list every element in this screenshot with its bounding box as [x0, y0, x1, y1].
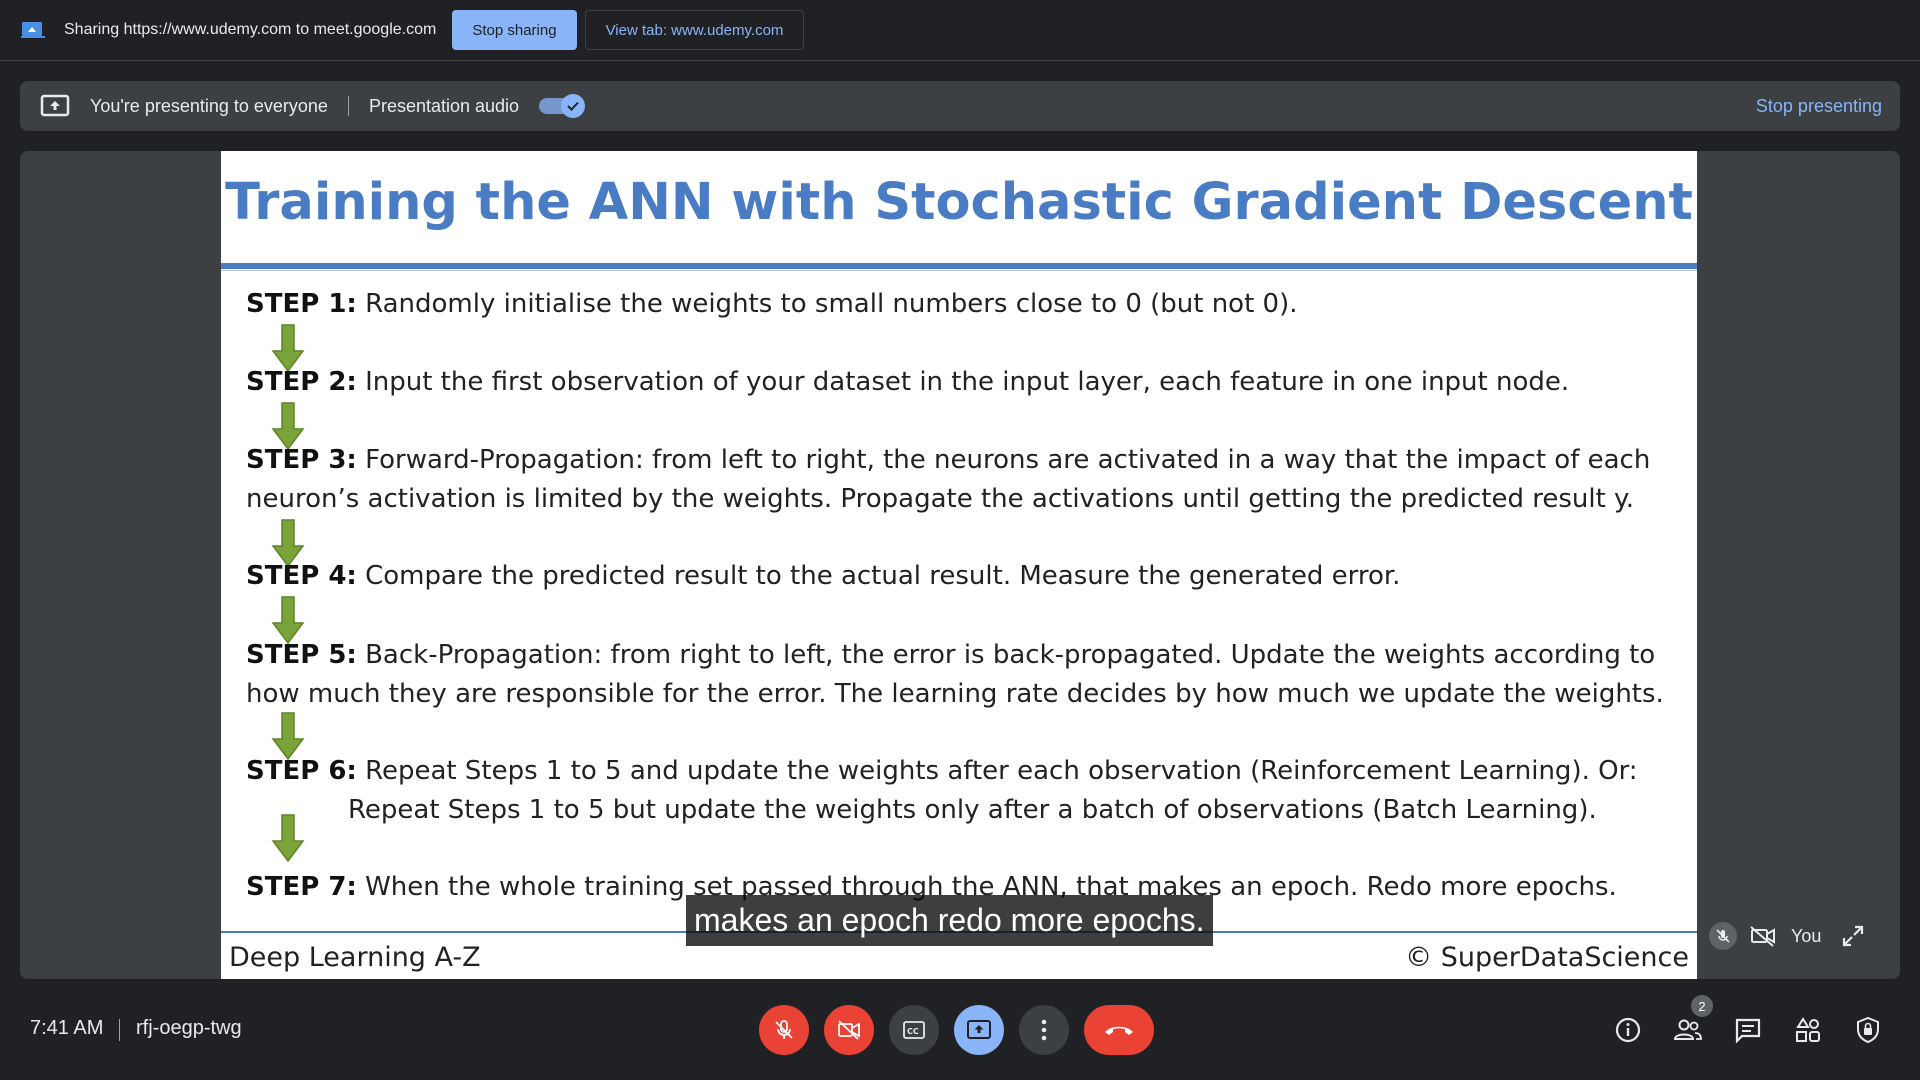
- present-now-button[interactable]: [954, 1005, 1004, 1055]
- meeting-code: rfj-oegp-twg: [136, 1017, 242, 1039]
- info-icon: [1615, 1017, 1641, 1043]
- presentation-audio-label: Presentation audio: [368, 95, 520, 116]
- screen-share-icon: [20, 20, 46, 40]
- title-rule: [221, 263, 1697, 269]
- sharing-status-text: Sharing https://www.udemy.com to meet.go…: [64, 21, 437, 38]
- camera-off-icon: [1749, 924, 1777, 948]
- expand-icon[interactable]: [1841, 924, 1865, 948]
- step-2: STEP 2: Input the first observation of y…: [246, 363, 1676, 402]
- step-3: STEP 3: Forward-Propagation: from left t…: [246, 441, 1676, 519]
- more-options-button[interactable]: [1019, 1005, 1069, 1055]
- step-text: Compare the predicted result to the actu…: [365, 561, 1401, 591]
- step-label: STEP 6:: [246, 756, 357, 786]
- mic-off-icon: [1709, 922, 1737, 950]
- step-text: Randomly initialise the weights to small…: [365, 289, 1298, 319]
- step-1: STEP 1: Randomly initialise the weights …: [246, 285, 1676, 324]
- participants-count-badge: 2: [1691, 995, 1713, 1017]
- activities-button[interactable]: [1793, 1015, 1823, 1045]
- host-controls-button[interactable]: [1853, 1015, 1883, 1045]
- self-name-label: You: [1791, 925, 1822, 946]
- step-label: STEP 3:: [246, 445, 357, 475]
- step-label: STEP 1:: [246, 289, 357, 319]
- presenting-status: You're presenting to everyone: [90, 95, 328, 116]
- step-text-continued: Repeat Steps 1 to 5 but update the weigh…: [348, 795, 1597, 825]
- title-rule-thin: [221, 270, 1697, 271]
- present-screen-icon: [967, 1020, 991, 1039]
- meeting-controls-bar: 7:41 AM rfj-oegp-twg CC 2: [0, 980, 1920, 1080]
- shared-slide: Training the ANN with Stochastic Gradien…: [221, 151, 1697, 979]
- check-icon: [561, 94, 586, 118]
- presenting-banner: You're presenting to everyone Presentati…: [20, 81, 1900, 131]
- self-video-tile[interactable]: You: [1699, 911, 1879, 961]
- step-label: STEP 5:: [246, 640, 357, 670]
- stop-presenting-button[interactable]: Stop presenting: [1756, 81, 1882, 131]
- shield-lock-icon: [1857, 1016, 1879, 1044]
- microphone-toggle-button[interactable]: [759, 1005, 809, 1055]
- step-6: STEP 6: Repeat Steps 1 to 5 and update t…: [246, 752, 1676, 830]
- step-text: Repeat Steps 1 to 5 and update the weigh…: [365, 756, 1638, 786]
- camera-toggle-button[interactable]: [824, 1005, 874, 1055]
- people-icon: [1673, 1019, 1702, 1040]
- step-5: STEP 5: Back-Propagation: from right to …: [246, 636, 1676, 714]
- step-label: STEP 7:: [246, 872, 357, 902]
- activities-icon: [1796, 1017, 1820, 1042]
- step-label: STEP 2:: [246, 367, 357, 397]
- meeting-details-button[interactable]: [1613, 1015, 1643, 1045]
- chat-button[interactable]: [1733, 1015, 1763, 1045]
- presentation-audio-toggle[interactable]: [539, 94, 586, 118]
- people-button[interactable]: [1673, 1015, 1703, 1045]
- leave-call-button[interactable]: [1084, 1005, 1154, 1055]
- slide-footer-copyright: © SuperDataScience: [1405, 942, 1689, 973]
- chat-icon: [1735, 1018, 1761, 1043]
- slide-footer-course: Deep Learning A-Z: [229, 942, 481, 973]
- step-text-continued: how much they are responsible for the er…: [246, 679, 1664, 709]
- hang-up-icon: [1105, 1026, 1133, 1035]
- camera-off-icon: [838, 1020, 860, 1040]
- step-text: Input the first observation of your data…: [365, 367, 1570, 397]
- slide-title: Training the ANN with Stochastic Gradien…: [225, 173, 1693, 232]
- step-label: STEP 4:: [246, 561, 357, 591]
- clock-time: 7:41 AM: [30, 1017, 104, 1039]
- step-text-continued: neuron’s activation is limited by the we…: [246, 484, 1634, 514]
- mic-off-icon: [775, 1020, 793, 1039]
- down-arrow-icon: [271, 814, 305, 863]
- step-text: Forward-Propagation: from left to right,…: [365, 445, 1651, 475]
- more-vert-icon: [1041, 1019, 1047, 1041]
- divider: [119, 1019, 120, 1041]
- live-caption: makes an epoch redo more epochs.: [686, 895, 1213, 946]
- step-4: STEP 4: Compare the predicted result to …: [246, 557, 1676, 596]
- closed-captions-icon: CC: [903, 1021, 925, 1039]
- divider: [347, 96, 349, 116]
- tab-sharing-bar: Sharing https://www.udemy.com to meet.go…: [0, 0, 1920, 61]
- captions-button[interactable]: CC: [889, 1005, 939, 1055]
- stop-sharing-button[interactable]: Stop sharing: [452, 10, 577, 50]
- view-tab-button[interactable]: View tab: www.udemy.com: [584, 10, 805, 50]
- present-screen-icon: [40, 94, 70, 118]
- svg-text:CC: CC: [907, 1027, 919, 1036]
- step-text: Back-Propagation: from right to left, th…: [365, 640, 1656, 670]
